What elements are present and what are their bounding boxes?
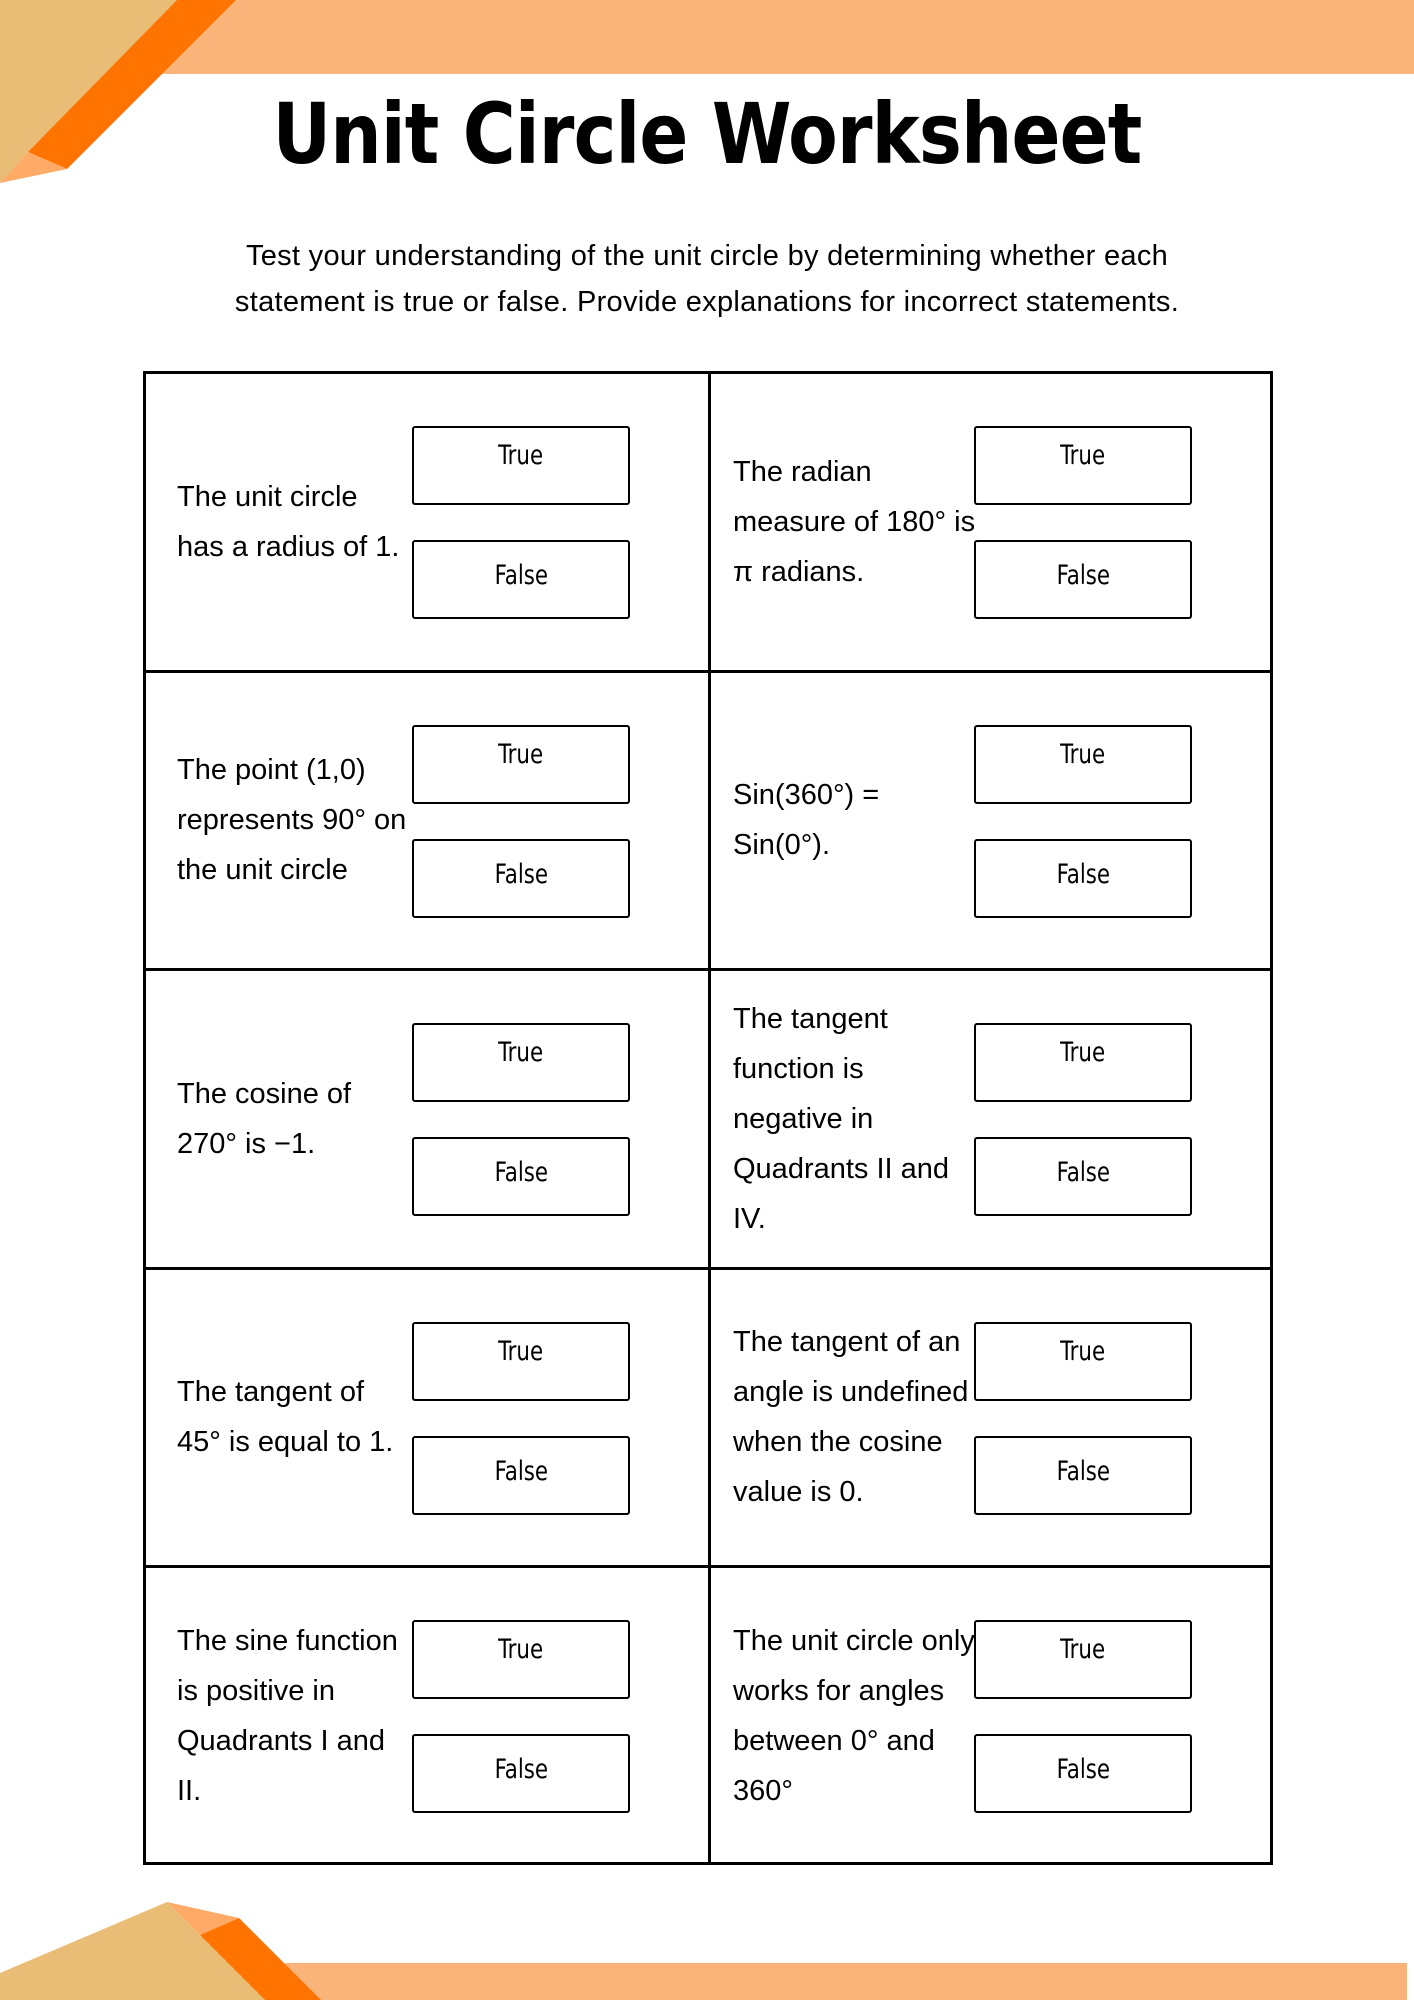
question-statement: The tangent function is negative in Quad… [733, 971, 978, 1266]
true-option-label: True [1060, 738, 1106, 770]
false-option-box[interactable]: False [974, 1137, 1192, 1217]
true-option-label: True [498, 1037, 544, 1069]
question-statement-text: The unit circle has a radius of 1. [177, 480, 400, 563]
false-option-label: False [1056, 1455, 1110, 1487]
question-statement-text: The cosine of 270° is −1. [177, 1077, 352, 1160]
top-banner-bar [150, 0, 1414, 74]
question-statement-text: The radian measure of 180° is π radians. [733, 455, 976, 588]
bottom-banner-bar [285, 1963, 1407, 2000]
question-statement: The unit circle has a radius of 1. [177, 374, 407, 669]
false-option-label: False [1056, 1754, 1110, 1786]
true-option-box[interactable]: True [412, 1321, 630, 1401]
question-statement-text: The sine function is positive in Quadran… [177, 1624, 398, 1807]
true-option-label: True [1060, 1037, 1106, 1069]
question-grid: The unit circle has a radius of 1. True Fa… [143, 371, 1273, 1865]
question-statement-text: The point (1,0) represents 90° on the un… [177, 754, 407, 887]
false-option-box[interactable]: False [974, 540, 1192, 619]
question-cell: The tangent of an angle is undefined whe… [711, 1270, 1270, 1565]
question-cell: The radian measure of 180° is π radians.… [711, 374, 1270, 669]
question-statement: The tangent of an angle is undefined whe… [733, 1270, 978, 1565]
instructions: Test your understanding of the unit circ… [170, 233, 1244, 325]
true-option-box[interactable]: True [974, 426, 1192, 505]
false-option-label: False [1056, 1157, 1110, 1189]
false-option-box[interactable]: False [412, 1435, 630, 1515]
true-option-box[interactable]: True [412, 1620, 630, 1700]
top-left-peach-tip [0, 152, 67, 183]
false-option-box[interactable]: False [412, 1137, 630, 1217]
question-statement: The unit circle only works for angles be… [733, 1568, 978, 1863]
question-statement: The radian measure of 180° is π radians. [733, 374, 978, 669]
false-option-box[interactable]: False [412, 838, 630, 918]
false-option-label: False [494, 858, 548, 890]
question-cell: The unit circle has a radius of 1. True Fa… [146, 374, 705, 669]
false-option-box[interactable]: False [974, 1734, 1192, 1814]
true-option-box[interactable]: True [974, 1023, 1192, 1103]
instructions-line-2: statement is true or false. Provide expl… [234, 286, 1180, 318]
true-option-box[interactable]: True [412, 1023, 630, 1103]
false-option-label: False [494, 1455, 548, 1487]
bottom-left-orange-stripe [200, 1918, 321, 2000]
true-option-box[interactable]: True [974, 724, 1192, 804]
false-option-label: False [494, 1754, 548, 1786]
true-option-box[interactable]: True [974, 1620, 1192, 1700]
question-statement-text: The tangent of 45° is equal to 1. [177, 1376, 394, 1459]
true-option-label: True [498, 440, 544, 471]
instructions-line-1: Test your understanding of the unit circ… [245, 240, 1169, 272]
question-statement-text: Sin(360°) = Sin(0°). [733, 779, 880, 862]
question-statement: The point (1,0) represents 90° on the un… [177, 673, 407, 968]
question-cell: The sine function is positive in Quadran… [146, 1568, 705, 1863]
false-option-label: False [1056, 560, 1110, 591]
question-cell: The cosine of 270° is −1. True False [146, 971, 705, 1266]
question-cell: The point (1,0) represents 90° on the un… [146, 673, 705, 968]
question-cell: Sin(360°) = Sin(0°). True False [711, 673, 1270, 968]
false-option-label: False [494, 560, 548, 591]
true-option-label: True [498, 1335, 544, 1367]
false-option-box[interactable]: False [412, 540, 630, 619]
question-statement: The tangent of 45° is equal to 1. [177, 1270, 407, 1565]
question-statement: The sine function is positive in Quadran… [177, 1568, 407, 1863]
true-option-label: True [1060, 440, 1106, 471]
bottom-left-tan-corner [0, 1902, 265, 2000]
true-option-box[interactable]: True [412, 426, 630, 505]
page-title: Unit Circle Worksheet [272, 85, 1143, 183]
question-statement-text: The unit circle only works for angles be… [733, 1624, 975, 1807]
true-option-box[interactable]: True [974, 1321, 1192, 1401]
false-option-box[interactable]: False [974, 1435, 1192, 1515]
question-statement: The cosine of 270° is −1. [177, 971, 407, 1266]
false-option-label: False [1056, 858, 1110, 890]
question-statement-text: The tangent of an angle is undefined whe… [733, 1326, 969, 1509]
true-option-label: True [1060, 1335, 1106, 1367]
true-option-label: True [498, 1634, 544, 1666]
true-option-label: True [1060, 1634, 1106, 1666]
true-option-box[interactable]: True [412, 724, 630, 804]
question-cell: The unit circle only works for angles be… [711, 1568, 1270, 1863]
question-cell: The tangent of 45° is equal to 1. True Fal… [146, 1270, 705, 1565]
false-option-label: False [494, 1157, 548, 1189]
true-option-label: True [498, 738, 544, 770]
question-statement-text: The tangent function is negative in Quad… [733, 1002, 950, 1235]
question-statement: Sin(360°) = Sin(0°). [733, 673, 978, 968]
question-cell: The tangent function is negative in Quad… [711, 971, 1270, 1266]
false-option-box[interactable]: False [412, 1734, 630, 1814]
bottom-left-peach-tip [167, 1902, 239, 1935]
false-option-box[interactable]: False [974, 838, 1192, 918]
